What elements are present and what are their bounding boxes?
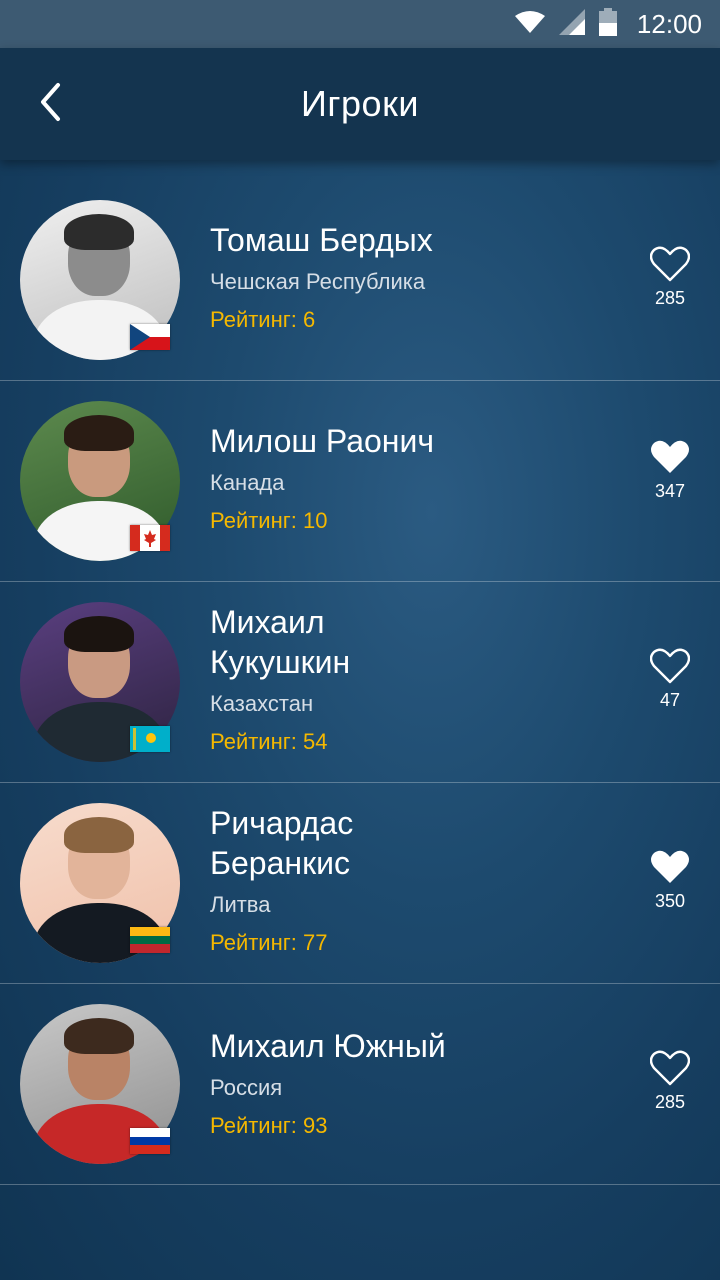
like-button[interactable]: 47 xyxy=(640,648,700,711)
player-row[interactable]: Томаш Бердых Чешская Республика Рейтинг:… xyxy=(0,180,720,381)
like-button[interactable]: 347 xyxy=(640,439,700,502)
player-rating: Рейтинг: 93 xyxy=(210,1113,328,1138)
player-info: Ричардас Беранкис Литва Рейтинг: 77 xyxy=(210,803,353,957)
heart-filled-icon xyxy=(640,849,700,885)
player-name: Михаил Южный xyxy=(210,1028,446,1064)
heart-outline-icon xyxy=(640,1050,700,1086)
player-row[interactable]: Михаил Кукушкин Казахстан Рейтинг: 54 47 xyxy=(0,582,720,783)
player-country: Канада xyxy=(210,470,285,495)
flag-lithuania-icon xyxy=(130,927,170,953)
like-count: 350 xyxy=(654,891,686,911)
player-country: Чешская Республика xyxy=(210,269,426,294)
heart-outline-icon xyxy=(640,648,700,684)
player-info: Михаил Кукушкин Казахстан Рейтинг: 54 xyxy=(210,602,350,756)
player-info: Михаил Южный Россия Рейтинг: 93 xyxy=(210,1026,446,1140)
back-button[interactable] xyxy=(22,76,78,132)
like-count: 285 xyxy=(654,1092,686,1112)
player-row[interactable]: Михаил Южный Россия Рейтинг: 93 285 xyxy=(0,984,720,1185)
player-name-line-1: Михаил xyxy=(210,604,325,640)
like-count: 285 xyxy=(654,288,686,308)
player-name: Томаш Бердых xyxy=(210,222,433,258)
like-button[interactable]: 285 xyxy=(640,1050,700,1113)
flag-kazakhstan-icon xyxy=(130,726,170,752)
player-rating: Рейтинг: 6 xyxy=(210,307,316,332)
players-list: Томаш Бердых Чешская Республика Рейтинг:… xyxy=(0,180,720,1185)
heart-filled-icon xyxy=(640,439,700,475)
flag-canada-icon xyxy=(130,525,170,551)
player-country: Россия xyxy=(210,1075,283,1100)
like-button[interactable]: 350 xyxy=(640,849,700,912)
player-country: Казахстан xyxy=(210,691,314,716)
signal-icon xyxy=(558,8,585,40)
like-button[interactable]: 285 xyxy=(640,246,700,309)
battery-icon xyxy=(598,7,617,41)
flag-russia-icon xyxy=(130,1128,170,1154)
flag-czech-icon xyxy=(130,324,170,350)
status-time: 12:00 xyxy=(636,8,702,39)
player-name-line-2: Беранкис xyxy=(210,845,350,881)
player-name-line-1: Ричардас xyxy=(210,805,354,841)
like-count: 347 xyxy=(654,481,686,501)
player-rating: Рейтинг: 10 xyxy=(210,508,328,533)
heart-outline-icon xyxy=(640,246,700,282)
player-row[interactable]: Ричардас Беранкис Литва Рейтинг: 77 350 xyxy=(0,783,720,984)
app-bar: Игроки xyxy=(0,48,720,160)
player-info: Томаш Бердых Чешская Республика Рейтинг:… xyxy=(210,220,433,334)
player-row[interactable]: Милош Раонич Канада Рейтинг: 10 347 xyxy=(0,381,720,582)
player-rating: Рейтинг: 77 xyxy=(210,930,328,955)
chevron-left-icon xyxy=(38,82,62,127)
player-rating: Рейтинг: 54 xyxy=(210,729,328,754)
player-info: Милош Раонич Канада Рейтинг: 10 xyxy=(210,421,434,535)
page-title: Игроки xyxy=(301,83,419,124)
wifi-icon xyxy=(514,10,545,39)
player-name-line-2: Кукушкин xyxy=(210,644,351,680)
like-count: 47 xyxy=(659,690,681,710)
status-bar: 12:00 xyxy=(0,0,720,48)
player-country: Литва xyxy=(210,892,271,917)
player-name: Милош Раонич xyxy=(210,423,435,459)
